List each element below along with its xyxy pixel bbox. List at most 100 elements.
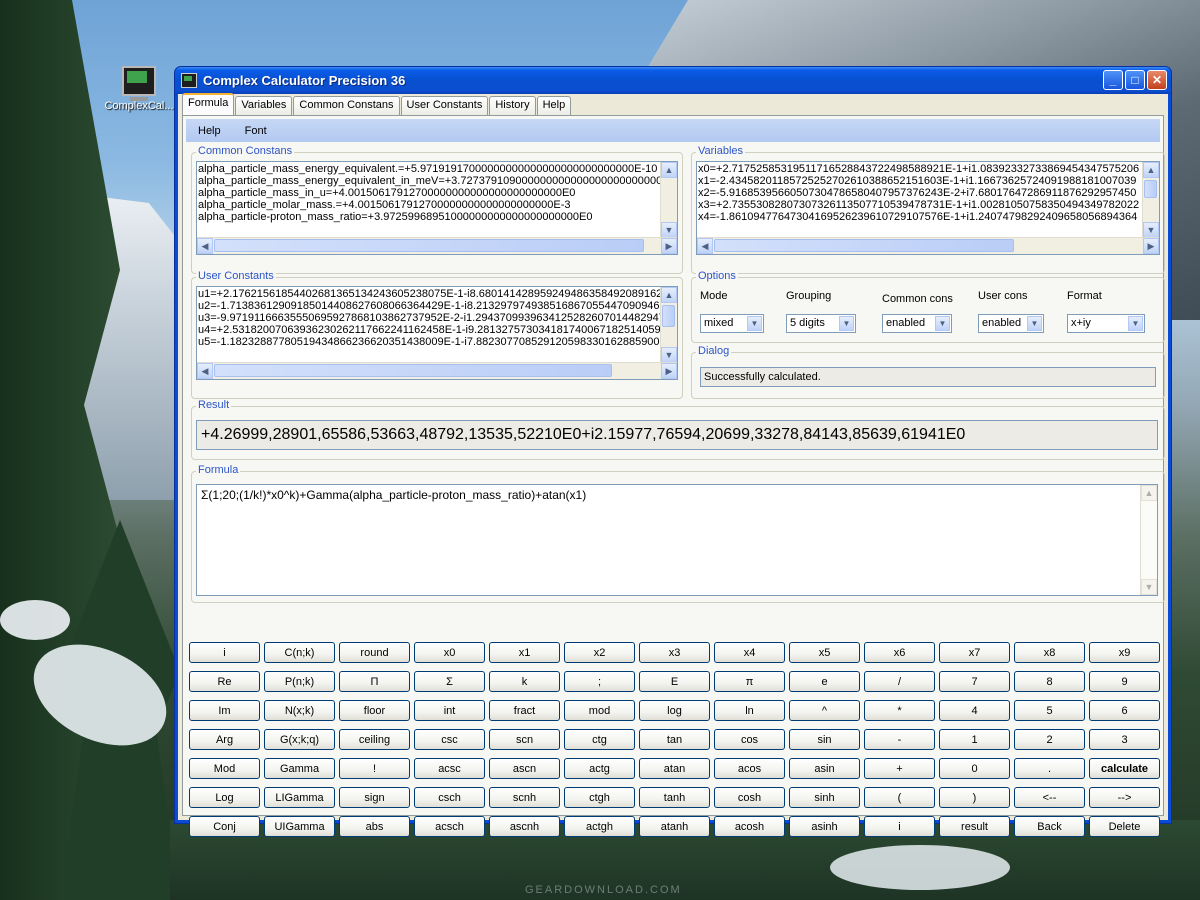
key-x9[interactable]: x9: [1089, 642, 1160, 663]
key-lower-incomplete-gamma[interactable]: LIGamma: [264, 787, 335, 808]
maximize-button[interactable]: □: [1125, 70, 1145, 90]
list-item[interactable]: x2=-5.9168539566050730478658040795737624…: [698, 187, 1142, 199]
key-floor[interactable]: floor: [339, 700, 410, 721]
key-e[interactable]: e: [789, 671, 860, 692]
key-scnh[interactable]: scnh: [489, 787, 560, 808]
key-ascnh[interactable]: ascnh: [489, 816, 560, 837]
key-k[interactable]: k: [489, 671, 560, 692]
key-log-complex[interactable]: Log: [189, 787, 260, 808]
key-2[interactable]: 2: [1014, 729, 1085, 750]
key-ctgh[interactable]: ctgh: [564, 787, 635, 808]
key-tanh[interactable]: tanh: [639, 787, 710, 808]
scroll-down-icon[interactable]: ▼: [661, 222, 677, 238]
key-multiply[interactable]: *: [864, 700, 935, 721]
scroll-right-icon[interactable]: ▶: [661, 363, 677, 379]
key-i[interactable]: i: [189, 642, 260, 663]
key-asinh[interactable]: asinh: [789, 816, 860, 837]
key-atan[interactable]: atan: [639, 758, 710, 779]
chevron-down-icon[interactable]: ▼: [839, 316, 854, 331]
mode-select[interactable]: mixed ▼: [700, 314, 764, 333]
menu-font[interactable]: Font: [233, 125, 279, 137]
formula-input[interactable]: Σ(1;20;(1/k!)*x0^k)+Gamma(alpha_particle…: [196, 484, 1158, 596]
grouping-select[interactable]: 5 digits ▼: [786, 314, 856, 333]
key-3[interactable]: 3: [1089, 729, 1160, 750]
key-acsch[interactable]: acsch: [414, 816, 485, 837]
key-minus[interactable]: -: [864, 729, 935, 750]
calculate-button[interactable]: calculate: [1089, 758, 1160, 779]
scroll-left-icon[interactable]: ◀: [697, 238, 713, 254]
vertical-scrollbar[interactable]: ▲ ▼: [660, 162, 677, 238]
key-x3[interactable]: x3: [639, 642, 710, 663]
key-semicolon[interactable]: ;: [564, 671, 635, 692]
back-button[interactable]: Back: [1014, 816, 1085, 837]
key-ceiling[interactable]: ceiling: [339, 729, 410, 750]
key-x4[interactable]: x4: [714, 642, 785, 663]
key-actg[interactable]: actg: [564, 758, 635, 779]
key-ctg[interactable]: ctg: [564, 729, 635, 750]
scroll-thumb[interactable]: [662, 305, 675, 327]
format-select[interactable]: x+iy ▼: [1067, 314, 1145, 333]
list-item[interactable]: u1=+2.1762156185440268136513424360523807…: [198, 288, 660, 300]
key-gamma[interactable]: Gamma: [264, 758, 335, 779]
user-cons-select[interactable]: enabled ▼: [978, 314, 1044, 333]
key-asin[interactable]: asin: [789, 758, 860, 779]
horizontal-scrollbar[interactable]: ◀ ▶: [697, 237, 1159, 254]
key-actgh[interactable]: actgh: [564, 816, 635, 837]
scroll-up-icon[interactable]: ▲: [661, 162, 677, 178]
key-power[interactable]: ^: [789, 700, 860, 721]
cursor-right-button[interactable]: -->: [1089, 787, 1160, 808]
key-sign[interactable]: sign: [339, 787, 410, 808]
key-factorial[interactable]: !: [339, 758, 410, 779]
key-acos[interactable]: acos: [714, 758, 785, 779]
tab-help[interactable]: Help: [536, 96, 572, 116]
key-n-x-k[interactable]: N(x;k): [264, 700, 335, 721]
minimize-button[interactable]: _: [1103, 70, 1123, 90]
list-item[interactable]: x1=-2.4345820118572525270261038865215160…: [698, 175, 1142, 187]
scroll-thumb[interactable]: [714, 239, 1014, 252]
key-decimal-point[interactable]: .: [1014, 758, 1085, 779]
key-mod[interactable]: mod: [564, 700, 635, 721]
key-im[interactable]: Im: [189, 700, 260, 721]
vertical-scrollbar[interactable]: ▲ ▼: [660, 287, 677, 363]
key-close-paren[interactable]: ): [939, 787, 1010, 808]
key-8[interactable]: 8: [1014, 671, 1085, 692]
key-open-paren[interactable]: (: [864, 787, 935, 808]
key-upper-incomplete-gamma[interactable]: UIGamma: [264, 816, 335, 837]
list-item[interactable]: u2=-1.7138361290918501440862760806636442…: [198, 300, 660, 312]
list-item[interactable]: x3=+2.7355308280730732611350771053947873…: [698, 199, 1142, 211]
key-csch[interactable]: csch: [414, 787, 485, 808]
key-sin[interactable]: sin: [789, 729, 860, 750]
scroll-thumb[interactable]: [214, 239, 644, 252]
key-atanh[interactable]: atanh: [639, 816, 710, 837]
chevron-down-icon[interactable]: ▼: [1128, 316, 1143, 331]
key-1[interactable]: 1: [939, 729, 1010, 750]
key-x7[interactable]: x7: [939, 642, 1010, 663]
user-constants-list[interactable]: u1=+2.1762156185440268136513424360523807…: [196, 286, 678, 380]
key-abs[interactable]: abs: [339, 816, 410, 837]
scroll-up-icon[interactable]: ▲: [1141, 485, 1157, 501]
chevron-down-icon[interactable]: ▼: [1027, 316, 1042, 331]
key-permutation[interactable]: P(n;k): [264, 671, 335, 692]
key-i-2[interactable]: i: [864, 816, 935, 837]
list-item[interactable]: u4=+2.5318200706393623026211766224116245…: [198, 324, 660, 336]
key-plus[interactable]: +: [864, 758, 935, 779]
scroll-down-icon[interactable]: ▼: [1143, 222, 1159, 238]
key-x5[interactable]: x5: [789, 642, 860, 663]
key-tan[interactable]: tan: [639, 729, 710, 750]
key-round[interactable]: round: [339, 642, 410, 663]
key-exponent-e[interactable]: E: [639, 671, 710, 692]
tab-history[interactable]: History: [489, 96, 536, 116]
common-constants-list[interactable]: alpha_particle_mass_energy_equivalent.=+…: [196, 161, 678, 255]
key-acsc[interactable]: acsc: [414, 758, 485, 779]
horizontal-scrollbar[interactable]: ◀ ▶: [197, 362, 677, 379]
key-fract[interactable]: fract: [489, 700, 560, 721]
scroll-down-icon[interactable]: ▼: [661, 347, 677, 363]
tab-user-constants[interactable]: User Constants: [400, 96, 489, 116]
key-acosh[interactable]: acosh: [714, 816, 785, 837]
chevron-down-icon[interactable]: ▼: [747, 316, 762, 331]
key-divide[interactable]: /: [864, 671, 935, 692]
key-mod-abs[interactable]: Mod: [189, 758, 260, 779]
key-ln[interactable]: ln: [714, 700, 785, 721]
tab-variables[interactable]: Variables: [235, 96, 293, 116]
scroll-thumb[interactable]: [214, 364, 612, 377]
